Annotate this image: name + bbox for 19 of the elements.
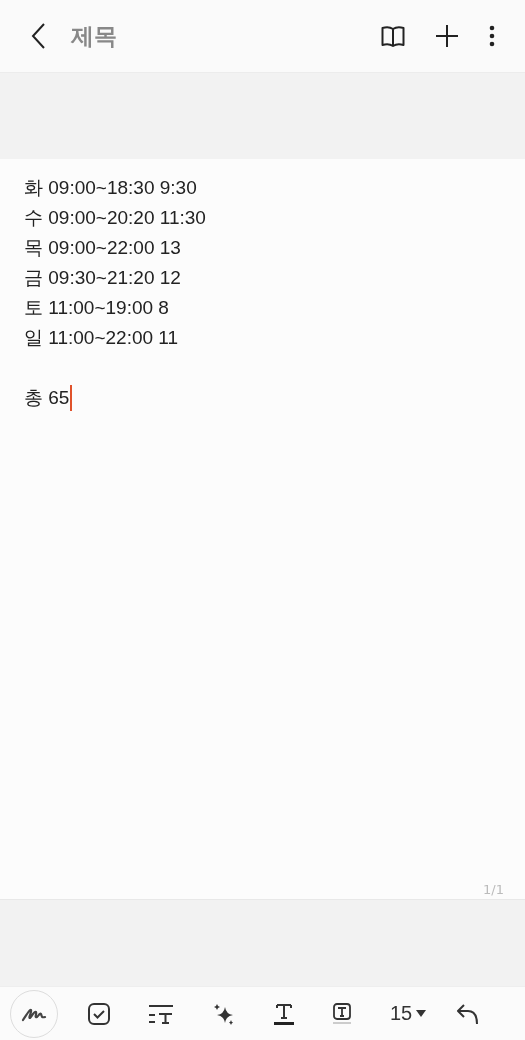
- note-line: 일 11:00~22:00 11: [24, 326, 179, 350]
- checkbox-icon[interactable]: [88, 1002, 110, 1025]
- note-line: 목 09:00~22:00 13: [24, 236, 181, 260]
- font-size-dropdown[interactable]: 15: [390, 1002, 427, 1025]
- note-line: 화 09:00~18:30 9:30: [24, 176, 197, 200]
- text-style-icon[interactable]: [148, 1003, 174, 1024]
- more-icon[interactable]: [489, 25, 495, 47]
- note-line: 금 09:30~21:20 12: [24, 266, 181, 290]
- caret-icon: [416, 1010, 427, 1017]
- undo-icon[interactable]: [456, 1002, 481, 1025]
- text-highlight-icon[interactable]: [332, 1002, 352, 1025]
- note-line: 토 11:00~19:00 8: [24, 296, 169, 320]
- note-line: 총 65: [24, 386, 70, 410]
- page-indicator: 1/1: [483, 882, 504, 897]
- note-line: 수 09:00~20:20 11:30: [24, 206, 206, 230]
- book-icon[interactable]: [381, 25, 405, 47]
- text-color-icon[interactable]: [274, 1002, 294, 1025]
- back-icon[interactable]: [31, 23, 47, 49]
- add-icon[interactable]: [435, 24, 459, 48]
